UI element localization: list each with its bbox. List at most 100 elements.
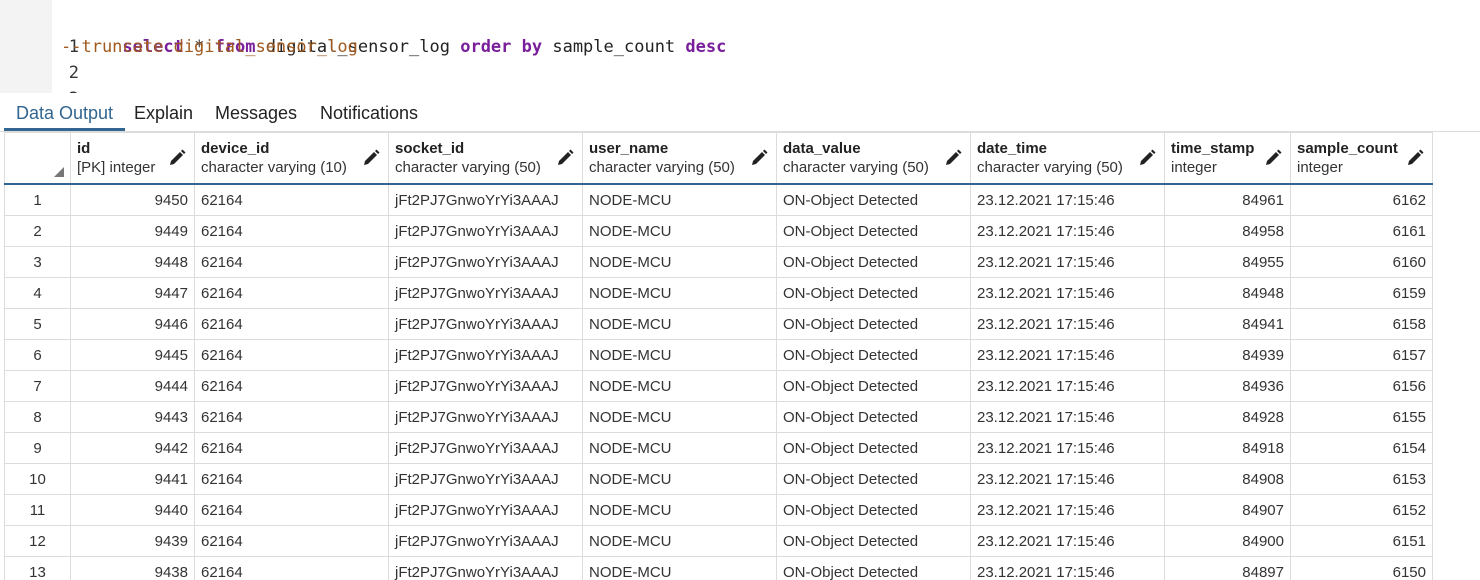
cell-data-value[interactable]: ON-Object Detected [776,494,971,526]
cell-socket-id[interactable]: jFt2PJ7GnwoYrYi3AAAJ [388,432,583,464]
cell-sample-count[interactable]: 6160 [1290,246,1433,278]
table-row[interactable]: 3 9448 62164 jFt2PJ7GnwoYrYi3AAAJ NODE-MCU ON… [4,246,1433,278]
cell-id[interactable]: 9443 [70,401,195,433]
cell-device-id[interactable]: 62164 [194,277,389,309]
cell-data-value[interactable]: ON-Object Detected [776,246,971,278]
cell-date-time[interactable]: 23.12.2021 17:15:46 [970,494,1165,526]
cell-date-time[interactable]: 23.12.2021 17:15:46 [970,246,1165,278]
cell-user-name[interactable]: NODE-MCU [582,463,777,495]
row-number[interactable]: 12 [4,525,71,557]
cell-user-name[interactable]: NODE-MCU [582,370,777,402]
cell-sample-count[interactable]: 6159 [1290,277,1433,309]
cell-time-stamp[interactable]: 84907 [1164,494,1291,526]
pencil-icon[interactable] [556,149,574,167]
cell-data-value[interactable]: ON-Object Detected [776,339,971,371]
table-row[interactable]: 13 9438 62164 jFt2PJ7GnwoYrYi3AAAJ NODE-MCU O… [4,556,1433,580]
row-number[interactable]: 6 [4,339,71,371]
cell-user-name[interactable]: NODE-MCU [582,246,777,278]
cell-device-id[interactable]: 62164 [194,494,389,526]
table-row[interactable]: 12 9439 62164 jFt2PJ7GnwoYrYi3AAAJ NODE-MCU O… [4,525,1433,557]
table-row[interactable]: 5 9446 62164 jFt2PJ7GnwoYrYi3AAAJ NODE-MCU ON… [4,308,1433,340]
cell-socket-id[interactable]: jFt2PJ7GnwoYrYi3AAAJ [388,401,583,433]
cell-data-value[interactable]: ON-Object Detected [776,432,971,464]
cell-id[interactable]: 9450 [70,183,195,216]
table-row[interactable]: 9 9442 62164 jFt2PJ7GnwoYrYi3AAAJ NODE-MCU ON… [4,432,1433,464]
cell-data-value[interactable]: ON-Object Detected [776,401,971,433]
cell-id[interactable]: 9440 [70,494,195,526]
code-line-2[interactable]: 2 --truncate digital_sensor_log [0,34,358,83]
cell-user-name[interactable]: NODE-MCU [582,525,777,557]
row-number[interactable]: 11 [4,494,71,526]
row-number[interactable]: 5 [4,308,71,340]
column-header-device-id[interactable]: device_id character varying (10) [194,132,389,185]
code-line-3[interactable]: 3 [0,60,79,109]
cell-time-stamp[interactable]: 84936 [1164,370,1291,402]
column-header-user-name[interactable]: user_name character varying (50) [582,132,777,185]
cell-id[interactable]: 9448 [70,246,195,278]
cell-time-stamp[interactable]: 84961 [1164,183,1291,216]
cell-date-time[interactable]: 23.12.2021 17:15:46 [970,277,1165,309]
pencil-icon[interactable] [168,149,186,167]
pencil-icon[interactable] [944,149,962,167]
cell-time-stamp[interactable]: 84948 [1164,277,1291,309]
pencil-icon[interactable] [1138,149,1156,167]
tab-notifications[interactable]: Notifications [320,93,418,129]
table-row[interactable]: 8 9443 62164 jFt2PJ7GnwoYrYi3AAAJ NODE-MCU ON… [4,401,1433,433]
pencil-icon[interactable] [362,149,380,167]
table-row[interactable]: 1 9450 62164 jFt2PJ7GnwoYrYi3AAAJ NODE-MCU ON… [4,183,1433,216]
table-row[interactable]: 2 9449 62164 jFt2PJ7GnwoYrYi3AAAJ NODE-MCU ON… [4,215,1433,247]
cell-data-value[interactable]: ON-Object Detected [776,370,971,402]
cell-time-stamp[interactable]: 84939 [1164,339,1291,371]
row-number[interactable]: 10 [4,463,71,495]
cell-sample-count[interactable]: 6157 [1290,339,1433,371]
cell-device-id[interactable]: 62164 [194,401,389,433]
cell-data-value[interactable]: ON-Object Detected [776,463,971,495]
cell-id[interactable]: 9449 [70,215,195,247]
cell-data-value[interactable]: ON-Object Detected [776,277,971,309]
cell-id[interactable]: 9442 [70,432,195,464]
cell-sample-count[interactable]: 6150 [1290,556,1433,580]
cell-sample-count[interactable]: 6158 [1290,308,1433,340]
cell-time-stamp[interactable]: 84958 [1164,215,1291,247]
cell-user-name[interactable]: NODE-MCU [582,308,777,340]
cell-device-id[interactable]: 62164 [194,246,389,278]
cell-sample-count[interactable]: 6161 [1290,215,1433,247]
column-header-sample-count[interactable]: sample_count integer [1290,132,1433,185]
cell-device-id[interactable]: 62164 [194,370,389,402]
cell-socket-id[interactable]: jFt2PJ7GnwoYrYi3AAAJ [388,277,583,309]
cell-time-stamp[interactable]: 84941 [1164,308,1291,340]
cell-id[interactable]: 9445 [70,339,195,371]
cell-id[interactable]: 9441 [70,463,195,495]
row-number[interactable]: 1 [4,183,71,216]
cell-id[interactable]: 9444 [70,370,195,402]
cell-data-value[interactable]: ON-Object Detected [776,215,971,247]
cell-time-stamp[interactable]: 84918 [1164,432,1291,464]
row-number[interactable]: 2 [4,215,71,247]
cell-socket-id[interactable]: jFt2PJ7GnwoYrYi3AAAJ [388,215,583,247]
cell-time-stamp[interactable]: 84900 [1164,525,1291,557]
column-header-socket-id[interactable]: socket_id character varying (50) [388,132,583,185]
table-row[interactable]: 6 9445 62164 jFt2PJ7GnwoYrYi3AAAJ NODE-MCU ON… [4,339,1433,371]
tab-explain[interactable]: Explain [134,93,193,129]
cell-data-value[interactable]: ON-Object Detected [776,183,971,216]
cell-socket-id[interactable]: jFt2PJ7GnwoYrYi3AAAJ [388,556,583,580]
cell-device-id[interactable]: 62164 [194,215,389,247]
tab-data-output[interactable]: Data Output [4,93,126,131]
cell-sample-count[interactable]: 6153 [1290,463,1433,495]
select-all-icon[interactable] [54,167,64,177]
cell-user-name[interactable]: NODE-MCU [582,183,777,216]
cell-user-name[interactable]: NODE-MCU [582,494,777,526]
cell-device-id[interactable]: 62164 [194,432,389,464]
cell-socket-id[interactable]: jFt2PJ7GnwoYrYi3AAAJ [388,494,583,526]
pencil-icon[interactable] [1264,149,1282,167]
column-header-id[interactable]: id [PK] integer [70,132,195,185]
cell-user-name[interactable]: NODE-MCU [582,401,777,433]
cell-sample-count[interactable]: 6152 [1290,494,1433,526]
cell-device-id[interactable]: 62164 [194,556,389,580]
cell-date-time[interactable]: 23.12.2021 17:15:46 [970,432,1165,464]
cell-sample-count[interactable]: 6162 [1290,183,1433,216]
column-header-data-value[interactable]: data_value character varying (50) [776,132,971,185]
cell-data-value[interactable]: ON-Object Detected [776,308,971,340]
cell-data-value[interactable]: ON-Object Detected [776,525,971,557]
row-number[interactable]: 7 [4,370,71,402]
